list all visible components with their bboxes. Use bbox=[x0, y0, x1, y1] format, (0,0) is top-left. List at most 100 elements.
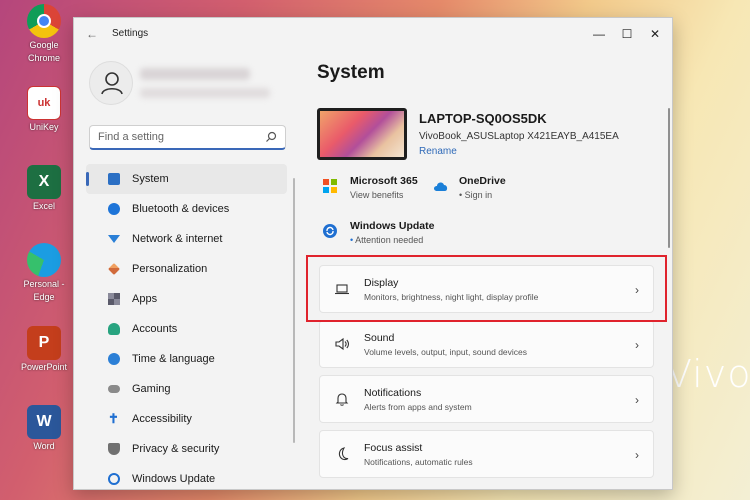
brush-icon bbox=[108, 263, 120, 275]
shield-icon bbox=[108, 443, 120, 455]
desktop-icon-label: Chrome bbox=[27, 53, 60, 63]
bluetooth-icon bbox=[108, 203, 120, 215]
speaker-icon bbox=[335, 337, 349, 351]
desktop-icon-chrome[interactable]: Google Chrome bbox=[18, 4, 70, 64]
device-model: VivoBook_ASUSLaptop X421EAYB_A415EA bbox=[419, 131, 619, 142]
device-thumbnail bbox=[317, 108, 407, 160]
sidebar-item-accessibility[interactable]: ✝ Accessibility bbox=[86, 404, 287, 434]
user-name-blurred bbox=[140, 68, 250, 80]
desktop-icon-label: Google bbox=[29, 40, 59, 50]
gamepad-icon bbox=[108, 385, 120, 393]
excel-icon: X bbox=[27, 165, 61, 199]
sidebar-item-apps[interactable]: Apps bbox=[86, 284, 287, 314]
cloud-icon bbox=[434, 182, 448, 191]
quick-title: OneDrive bbox=[459, 175, 506, 187]
edge-icon bbox=[27, 243, 61, 277]
card-sound[interactable]: Sound Volume levels, output, input, soun… bbox=[319, 320, 654, 368]
sidebar-item-label: Accounts bbox=[132, 323, 178, 335]
word-icon: W bbox=[27, 405, 61, 439]
maximize-button[interactable]: ☐ bbox=[614, 24, 640, 44]
desktop-icon-powerpoint[interactable]: P PowerPoint bbox=[18, 326, 70, 373]
search-icon[interactable] bbox=[265, 131, 277, 143]
globe-clock-icon bbox=[108, 353, 120, 365]
sidebar-item-label: Bluetooth & devices bbox=[132, 203, 230, 215]
wifi-icon bbox=[108, 235, 120, 243]
quick-onedrive[interactable]: OneDrive • Sign in bbox=[433, 175, 506, 200]
search-input[interactable] bbox=[90, 126, 260, 148]
chevron-right-icon: › bbox=[635, 338, 639, 352]
person-icon bbox=[108, 323, 120, 335]
card-focus-assist[interactable]: Focus assist Notifications, automatic ru… bbox=[319, 430, 654, 478]
main-scrollbar[interactable] bbox=[668, 108, 670, 248]
desktop-icon-unikey[interactable]: uk UniKey bbox=[18, 86, 70, 133]
card-subtitle: Notifications, automatic rules bbox=[364, 456, 473, 467]
bullet: • bbox=[459, 190, 463, 200]
sidebar-item-gaming[interactable]: Gaming bbox=[86, 374, 287, 404]
sidebar-item-label: System bbox=[132, 173, 169, 185]
quick-subtitle: View benefits bbox=[350, 190, 404, 200]
chevron-right-icon: › bbox=[635, 393, 639, 407]
desktop-icon-word[interactable]: W Word bbox=[18, 405, 70, 452]
card-title: Focus assist bbox=[364, 441, 423, 454]
sidebar-item-time-language[interactable]: Time & language bbox=[86, 344, 287, 374]
search-box[interactable] bbox=[89, 125, 286, 150]
sidebar-item-bluetooth[interactable]: Bluetooth & devices bbox=[86, 194, 287, 224]
sidebar-item-network[interactable]: Network & internet bbox=[86, 224, 287, 254]
powerpoint-icon: P bbox=[27, 326, 61, 360]
close-button[interactable]: ✕ bbox=[642, 24, 668, 44]
sidebar-item-personalization[interactable]: Personalization bbox=[86, 254, 287, 284]
card-title: Notifications bbox=[364, 386, 422, 399]
sidebar-item-label: Privacy & security bbox=[132, 443, 220, 455]
user-email-blurred bbox=[140, 88, 270, 98]
quick-title: Windows Update bbox=[350, 220, 435, 232]
sidebar-nav: System Bluetooth & devices Network & int… bbox=[86, 164, 287, 489]
sidebar-item-system[interactable]: System bbox=[86, 164, 287, 194]
desktop-icon-excel[interactable]: X Excel bbox=[18, 165, 70, 212]
sidebar-item-windows-update[interactable]: Windows Update bbox=[86, 464, 287, 489]
monitor-icon bbox=[108, 173, 120, 185]
wallpaper-brand-text: VivoB bbox=[666, 352, 750, 396]
chrome-icon bbox=[27, 4, 61, 38]
desktop-icon-edge[interactable]: Personal - Edge bbox=[18, 243, 70, 303]
quick-subtitle-text: Attention needed bbox=[355, 235, 424, 245]
sidebar-item-accounts[interactable]: Accounts bbox=[86, 314, 287, 344]
sidebar-item-label: Gaming bbox=[132, 383, 171, 395]
microsoft-logo-icon bbox=[323, 179, 337, 193]
back-arrow-icon[interactable]: ← bbox=[86, 27, 98, 41]
quick-windows-update[interactable]: Windows Update • Attention needed bbox=[323, 220, 435, 245]
sidebar-item-label: Time & language bbox=[132, 353, 215, 365]
window-title: Settings bbox=[112, 28, 149, 39]
update-icon bbox=[108, 473, 120, 485]
card-subtitle: Volume levels, output, input, sound devi… bbox=[364, 346, 528, 357]
quick-microsoft365[interactable]: Microsoft 365 View benefits bbox=[323, 175, 418, 200]
desktop-icon-label: Personal - bbox=[23, 279, 65, 289]
desktop-icon-label: UniKey bbox=[29, 122, 59, 132]
rename-link[interactable]: Rename bbox=[419, 146, 457, 157]
device-name: LAPTOP-SQ0OS5DK bbox=[419, 111, 547, 126]
chevron-right-icon: › bbox=[635, 448, 639, 462]
moon-icon bbox=[338, 447, 349, 461]
sidebar-item-label: Accessibility bbox=[132, 413, 192, 425]
highlight-box bbox=[306, 255, 667, 322]
desktop-icon-label: Word bbox=[33, 441, 55, 451]
quick-title: Microsoft 365 bbox=[350, 175, 418, 187]
sidebar-item-label: Apps bbox=[132, 293, 158, 305]
sidebar-item-privacy[interactable]: Privacy & security bbox=[86, 434, 287, 464]
settings-window: ← Settings — ☐ ✕ System Bluetooth & devi… bbox=[73, 17, 673, 490]
sidebar-item-label: Personalization bbox=[132, 263, 208, 275]
page-title: System bbox=[317, 62, 385, 83]
card-subtitle: Alerts from apps and system bbox=[364, 401, 472, 412]
sidebar-scrollbar[interactable] bbox=[293, 178, 295, 443]
sidebar-item-label: Network & internet bbox=[132, 233, 223, 245]
sidebar-item-label: Windows Update bbox=[132, 473, 216, 485]
update-icon bbox=[323, 224, 337, 238]
avatar[interactable] bbox=[89, 61, 133, 105]
quick-subtitle: • Sign in bbox=[459, 190, 506, 200]
card-notifications[interactable]: Notifications Alerts from apps and syste… bbox=[319, 375, 654, 423]
person-icon bbox=[101, 72, 123, 95]
apps-icon bbox=[108, 293, 120, 305]
bullet: • bbox=[350, 235, 354, 245]
desktop-icon-label: PowerPoint bbox=[20, 362, 68, 372]
minimize-button[interactable]: — bbox=[586, 24, 612, 44]
quick-subtitle: • Attention needed bbox=[350, 235, 435, 245]
